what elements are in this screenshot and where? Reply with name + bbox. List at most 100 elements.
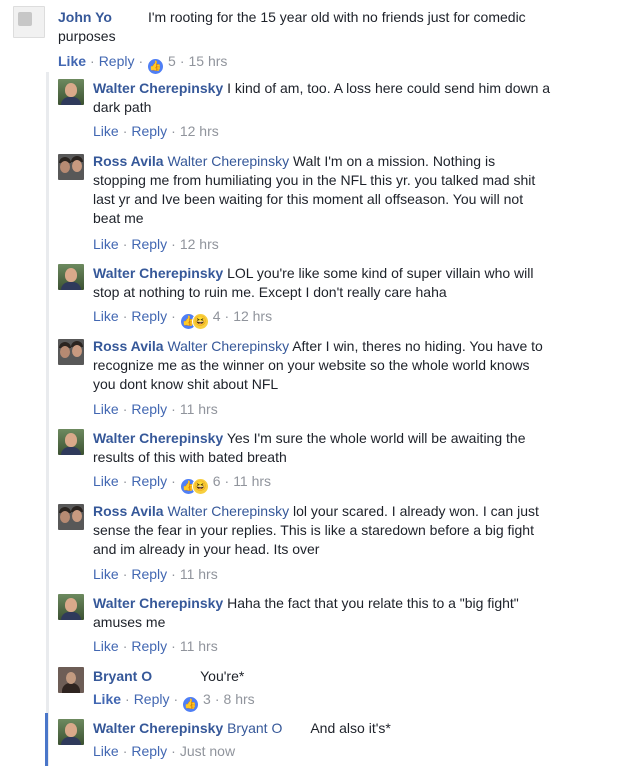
reply-text-cont: recognize me as the winner on your websi… <box>93 357 530 373</box>
author-name[interactable]: Walter Cherepinsky <box>93 595 223 611</box>
reply-body: Walter Cherepinsky Yes I'm sure the whol… <box>93 429 613 467</box>
like-button[interactable]: Like <box>93 123 119 139</box>
avatar[interactable] <box>58 429 84 455</box>
reply-text: Haha the fact that you relate this to a … <box>227 595 519 611</box>
comment-text: I'm rooting for the 15 year old with no … <box>147 9 526 25</box>
mention-link[interactable]: Bryant O <box>227 720 282 736</box>
reply-text: Walt I'm on a mission. Nothing is <box>292 153 496 169</box>
like-button[interactable]: Like <box>93 401 119 417</box>
reply-button[interactable]: Reply <box>131 743 167 759</box>
reply-text-cont: amuses me <box>93 614 166 630</box>
reply-button[interactable]: Reply <box>131 566 167 582</box>
reply-text-cont: and im already in your head. Its over <box>93 541 320 557</box>
comment-body: John Yo I'm rooting for the 15 year old w… <box>58 8 618 46</box>
reply-actions: Like · Reply · 11 hrs <box>93 401 218 417</box>
reply-text: You're* <box>200 668 245 684</box>
avatar[interactable] <box>13 6 45 38</box>
timestamp[interactable]: 11 hrs <box>180 566 218 582</box>
author-name[interactable]: Ross Avila <box>93 338 164 354</box>
timestamp[interactable]: 12 hrs <box>233 308 272 324</box>
timestamp[interactable]: 12 hrs <box>180 236 219 252</box>
reply-body: Ross Avila Walter Cherepinsky After I wi… <box>93 337 613 394</box>
mention-link[interactable]: Walter Cherepinsky <box>167 338 289 354</box>
reply-button[interactable]: Reply <box>134 691 170 707</box>
reply-actions: Like · Reply · 👍 3 · 8 hrs <box>93 690 255 713</box>
timestamp[interactable]: 8 hrs <box>224 691 255 707</box>
mention-link[interactable]: Walter Cherepinsky <box>167 153 289 169</box>
like-button[interactable]: Like <box>58 53 86 69</box>
reply-text: I kind of am, too. A loss here could sen… <box>227 80 551 96</box>
timestamp[interactable]: 12 hrs <box>180 123 219 139</box>
author-name[interactable]: Ross Avila <box>93 153 164 169</box>
like-button[interactable]: Like <box>93 566 119 582</box>
reply-button[interactable]: Reply <box>131 638 167 654</box>
reactions[interactable]: 👍😆 <box>179 475 209 495</box>
like-button[interactable]: Like <box>93 743 119 759</box>
reply-text: And also it's* <box>310 720 391 736</box>
reply-body: Walter Cherepinsky Bryant O And also it's… <box>93 719 613 738</box>
mention-link[interactable]: Walter Cherepinsky <box>167 503 289 519</box>
thread-line <box>46 72 49 766</box>
reply-body: Walter Cherepinsky LOL you're like some … <box>93 264 613 302</box>
reply-actions: Like · Reply · 👍😆 6 · 11 hrs <box>93 472 271 495</box>
reply-text-cont: sense the fear in your replies. This is … <box>93 522 534 538</box>
avatar[interactable] <box>58 264 84 290</box>
like-button[interactable]: Like <box>93 308 119 324</box>
reply-button[interactable]: Reply <box>131 123 167 139</box>
like-reaction-icon: 👍 <box>147 58 165 75</box>
author-name[interactable]: Ross Avila <box>93 503 164 519</box>
reactions[interactable]: 👍😆 <box>179 310 209 330</box>
reactions[interactable]: 👍 <box>182 693 200 713</box>
author-name[interactable]: Walter Cherepinsky <box>93 430 223 446</box>
comment-text-cont: purposes <box>58 28 116 44</box>
haha-reaction-icon: 😆 <box>191 478 209 495</box>
reply-button[interactable]: Reply <box>131 236 167 252</box>
reply-actions: Like · Reply · Just now <box>93 743 236 759</box>
avatar[interactable] <box>58 667 84 693</box>
reply-button[interactable]: Reply <box>131 473 167 489</box>
like-button[interactable]: Like <box>93 691 121 707</box>
timestamp[interactable]: 11 hrs <box>180 638 218 654</box>
new-reply-indicator <box>45 713 48 766</box>
avatar[interactable] <box>58 719 84 745</box>
reply-text-cont: dark path <box>93 99 152 115</box>
reactions[interactable]: 👍 <box>147 55 165 75</box>
timestamp[interactable]: 15 hrs <box>189 53 228 69</box>
reaction-count[interactable]: 4 <box>213 308 221 324</box>
reply-body: Ross Avila Walter Cherepinsky Walt I'm o… <box>93 152 613 228</box>
reply-body: Walter Cherepinsky Haha the fact that yo… <box>93 594 613 632</box>
avatar[interactable] <box>58 339 84 365</box>
author-name[interactable]: Walter Cherepinsky <box>93 720 223 736</box>
reply-text: After I win, theres no hiding. You have … <box>292 338 543 354</box>
author-name[interactable]: John Yo <box>58 9 112 25</box>
reply-text-cont: you dont know shit about NFL <box>93 376 279 392</box>
timestamp[interactable]: Just now <box>180 743 235 759</box>
reaction-count[interactable]: 3 <box>203 691 211 707</box>
reaction-count[interactable]: 5 <box>168 53 176 69</box>
reply-actions: Like · Reply · 11 hrs <box>93 566 218 582</box>
like-button[interactable]: Like <box>93 638 119 654</box>
author-name[interactable]: Bryant O <box>93 668 152 684</box>
avatar[interactable] <box>58 154 84 180</box>
reaction-count[interactable]: 6 <box>213 473 221 489</box>
avatar[interactable] <box>58 594 84 620</box>
like-button[interactable]: Like <box>93 473 119 489</box>
reply-button[interactable]: Reply <box>131 401 167 417</box>
reply-text: LOL you're like some kind of super villa… <box>227 265 534 281</box>
author-name[interactable]: Walter Cherepinsky <box>93 80 223 96</box>
reply-button[interactable]: Reply <box>131 308 167 324</box>
like-reaction-icon: 👍 <box>182 696 200 713</box>
like-button[interactable]: Like <box>93 236 119 252</box>
reply-text-cont: beat me <box>93 210 144 226</box>
timestamp[interactable]: 11 hrs <box>233 473 271 489</box>
avatar[interactable] <box>58 504 84 530</box>
reply-actions: Like · Reply · 11 hrs <box>93 638 218 654</box>
author-name[interactable]: Walter Cherepinsky <box>93 265 223 281</box>
reply-actions: Like · Reply · 12 hrs <box>93 123 219 139</box>
reply-actions: Like · Reply · 12 hrs <box>93 236 219 252</box>
avatar[interactable] <box>58 79 84 105</box>
reply-body: Ross Avila Walter Cherepinsky lol your s… <box>93 502 613 559</box>
reply-text-cont: stop at nothing to ruin me. Except I don… <box>93 284 447 300</box>
reply-button[interactable]: Reply <box>99 53 135 69</box>
timestamp[interactable]: 11 hrs <box>180 401 218 417</box>
